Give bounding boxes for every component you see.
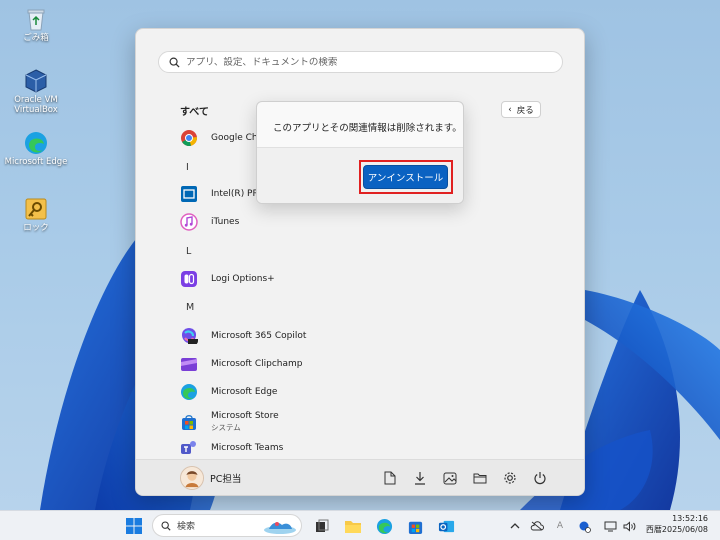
app-item-google-chrome[interactable]: Google Chro [180,127,267,149]
back-button-label: 戻る [516,105,534,116]
all-apps-list: すべて ‹ 戻る Google Chro I Intel(R) PRO iTun… [136,29,584,469]
clock-time: 13:52:16 [672,514,708,523]
chevron-left-icon: ‹ [508,104,512,115]
app-name: Microsoft Clipchamp [211,359,303,369]
uninstall-button[interactable]: アンインストール [363,165,448,189]
task-view-button[interactable] [312,516,332,536]
taskbar-outlook[interactable] [436,516,456,536]
file-explorer-icon[interactable] [472,470,488,486]
teams-icon [181,441,196,454]
store-icon [408,521,422,534]
taskbar-search-label: 検索 [177,522,196,532]
task-view-icon [316,519,329,532]
desktop-icon-virtualbox[interactable]: Oracle VM VirtualBox [4,68,68,116]
device-status-icon [579,521,591,533]
chrome-icon [181,130,197,146]
avatar [180,466,204,490]
start-button[interactable] [124,516,144,536]
back-button[interactable]: ‹ 戻る [501,101,541,118]
start-footer-actions [382,470,548,486]
letter-heading-m[interactable]: M [186,302,194,313]
copilot-icon [181,328,198,344]
desktop-icon-recycle-bin[interactable]: ごみ箱 [4,6,68,44]
app-item-microsoft-clipchamp[interactable]: Microsoft Clipchamp [180,353,302,375]
app-item-logi-options[interactable]: Logi Options+ [180,268,275,290]
user-account-button[interactable]: PC担当 [180,466,241,490]
intel-icon [181,186,197,202]
app-item-microsoft-edge[interactable]: Microsoft Edge [180,381,277,403]
all-apps-heading: すべて [180,107,209,118]
windows-logo-icon [126,518,142,534]
folder-icon [345,520,361,533]
virtualbox-icon [25,69,47,93]
volume-control[interactable] [622,519,636,533]
outlook-icon [438,520,454,532]
lock-key-icon [25,198,47,220]
dialog-message: このアプリとその関連情報は削除されます。 [273,123,462,134]
app-name: iTunes [211,217,240,227]
show-hidden-icons-button[interactable] [508,519,522,533]
chevron-up-icon [510,523,520,529]
app-item-itunes[interactable]: iTunes [180,211,239,233]
itunes-icon [180,213,198,231]
taskbar-edge[interactable] [374,516,394,536]
documents-icon[interactable] [382,470,398,486]
user-name: PC担当 [210,474,242,485]
app-name: Microsoft Store [211,411,279,421]
speaker-icon [623,520,635,532]
app-name: Logi Options+ [211,274,275,284]
app-name-block: Microsoft Store システム [211,411,279,433]
app-name: Microsoft 365 Copilot [211,331,307,341]
app-item-microsoft-teams[interactable]: Microsoft Teams [180,437,283,459]
recycle-bin-icon [27,9,45,31]
app-item-microsoft-store[interactable]: Microsoft Store システム [180,407,279,437]
edge-icon [25,132,47,154]
uninstall-confirm-dialog: このアプリとその関連情報は削除されます。 アンインストール [256,101,464,204]
store-icon [182,415,196,430]
system-clock[interactable]: 13:52:16 西暦2025/06/08 [646,514,708,536]
ime-indicator[interactable]: A [553,519,567,533]
desktop-icon-edge[interactable]: Microsoft Edge [4,130,68,168]
taskbar-store[interactable] [405,516,425,536]
clock-date: 西暦2025/06/08 [645,524,708,534]
start-footer: PC担当 [136,459,584,495]
app-item-intel-proset[interactable]: Intel(R) PRO [180,183,266,205]
settings-gear-icon[interactable] [502,470,518,486]
app-item-microsoft-365-copilot[interactable]: Microsoft 365 Copilot [180,325,306,347]
letter-heading-l[interactable]: L [186,246,191,257]
logi-icon [181,271,197,287]
downloads-icon[interactable] [412,470,428,486]
start-menu: すべて ‹ 戻る Google Chro I Intel(R) PRO [135,28,585,496]
taskbar-file-explorer[interactable] [343,516,363,536]
desktop-icon-label: Microsoft Edge [4,157,68,167]
taskbar-search[interactable]: 検索 [152,514,302,537]
cloud-offline-icon [530,521,544,531]
search-icon [161,520,171,531]
power-icon[interactable] [532,470,548,486]
taskbar: 検索 A 13:52:16 西暦2025/06/08 [0,510,720,540]
onedrive-status[interactable] [530,519,544,533]
bluetooth-status[interactable] [577,519,591,533]
network-status[interactable] [603,519,617,533]
app-name: Microsoft Edge [211,387,278,397]
desktop-icon-lock[interactable]: ロック [4,196,68,234]
desktop-icon-label: ごみ箱 [23,33,49,43]
letter-heading-i[interactable]: I [186,162,189,173]
edge-icon [376,518,392,534]
pictures-icon[interactable] [442,470,458,486]
search-highlight-icon [264,521,296,534]
edge-icon [181,384,197,400]
network-icon [604,521,616,531]
app-subtitle: システム [211,423,241,432]
app-name: Microsoft Teams [211,443,284,453]
desktop-icon-label: Oracle VM VirtualBox [14,95,58,115]
clipchamp-icon [181,358,197,371]
desktop-icon-label: ロック [23,223,49,233]
